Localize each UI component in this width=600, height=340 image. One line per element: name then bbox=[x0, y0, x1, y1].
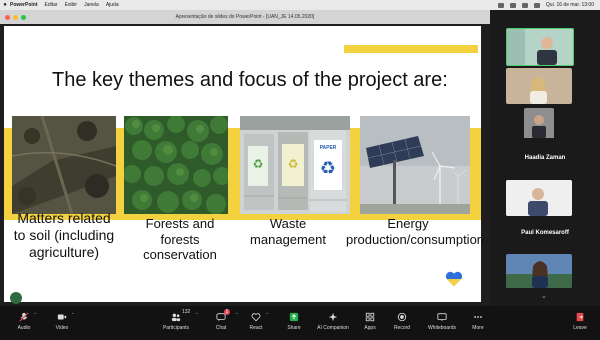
whiteboard-icon bbox=[437, 313, 447, 322]
react-button[interactable]: React bbox=[236, 306, 276, 340]
participant-tile[interactable] bbox=[524, 108, 554, 144]
battery-icon[interactable] bbox=[509, 2, 516, 8]
theme-caption-forests: Forests and forests conservation bbox=[143, 216, 217, 263]
menu-editar[interactable]: Editar bbox=[45, 2, 58, 8]
leave-label: Leave bbox=[573, 325, 587, 331]
participant-tile[interactable] bbox=[506, 180, 572, 216]
menu-exibir[interactable]: Exibir bbox=[65, 2, 78, 8]
participant-gallery: Haadia Zaman Paul Komesaroff ⌄ bbox=[490, 10, 600, 306]
menu-app-name[interactable]: PowerPoint bbox=[10, 2, 38, 8]
menubar-clock[interactable]: Qui. 16 de mar. 13:00 bbox=[546, 2, 594, 8]
react-label: React bbox=[249, 325, 263, 331]
apple-icon[interactable]: ● bbox=[0, 2, 10, 8]
video-camera-icon bbox=[57, 314, 67, 320]
apps-grid-icon bbox=[365, 312, 375, 322]
wifi-icon[interactable] bbox=[521, 2, 528, 8]
share-button[interactable]: Share bbox=[274, 306, 314, 340]
participant-tile[interactable] bbox=[506, 28, 574, 66]
leave-door-icon bbox=[576, 312, 584, 322]
menu-ajuda[interactable]: Ajuda bbox=[106, 2, 119, 8]
audio-options-chevron-icon[interactable]: ˆ bbox=[34, 314, 36, 320]
svg-text:♻: ♻ bbox=[320, 158, 336, 179]
soil-photo bbox=[12, 116, 116, 214]
theme-caption-waste: Waste management bbox=[250, 216, 326, 247]
theme-caption-energy: Energy production/consumption bbox=[346, 216, 485, 247]
chat-button[interactable]: Chat bbox=[201, 306, 241, 340]
participants-count: 132 bbox=[182, 309, 191, 315]
record-label: Record bbox=[393, 325, 411, 331]
microphone-muted-icon bbox=[19, 312, 29, 322]
leave-button[interactable]: Leave bbox=[560, 306, 600, 340]
participant-name-haadia: Haadia Zaman bbox=[524, 155, 566, 161]
energy-photo bbox=[360, 116, 470, 214]
react-options-chevron-icon[interactable]: ˆ bbox=[266, 314, 268, 320]
theme-caption-soil: Matters related to soil (including agric… bbox=[13, 210, 115, 260]
slide-show-area: The key themes and focus of the project … bbox=[0, 24, 490, 306]
slide-title: The key themes and focus of the project … bbox=[52, 69, 448, 91]
participants-icon bbox=[171, 313, 181, 322]
forest-photo bbox=[124, 116, 228, 214]
participants-options-chevron-icon[interactable]: ˆ bbox=[196, 314, 198, 320]
record-button[interactable]: Record bbox=[382, 306, 422, 340]
ukraine-heart-icon bbox=[445, 271, 463, 287]
participant-tile[interactable] bbox=[506, 68, 572, 104]
window-title: Apresentação de slides do PowerPoint - [… bbox=[175, 14, 315, 20]
powerpoint-title-bar: Apresentação de slides do PowerPoint - [… bbox=[0, 10, 490, 24]
more-label: More bbox=[472, 325, 484, 331]
chat-label: Chat bbox=[215, 325, 227, 331]
mac-menu-bar: ● PowerPoint Editar Exibir Janela Ajuda … bbox=[0, 0, 600, 10]
sparkle-icon bbox=[328, 312, 338, 322]
menu-janela[interactable]: Janela bbox=[84, 2, 99, 8]
video-options-chevron-icon[interactable]: ˆ bbox=[72, 314, 74, 320]
slide[interactable]: The key themes and focus of the project … bbox=[4, 26, 485, 302]
accent-bar-top bbox=[344, 45, 478, 53]
participants-label: Participants bbox=[162, 325, 190, 331]
paper-bin-label: PAPER bbox=[320, 145, 337, 151]
share-label: Share bbox=[287, 325, 301, 331]
participant-tile[interactable] bbox=[506, 254, 572, 288]
more-button[interactable]: More bbox=[458, 306, 498, 340]
record-icon bbox=[397, 312, 407, 322]
svg-text:♻: ♻ bbox=[253, 157, 264, 171]
participant-name-paul: Paul Komesaroff bbox=[521, 230, 569, 236]
meeting-toolbar: Audio ˆ Video ˆ Participants 132 ˆ Chat … bbox=[0, 306, 600, 340]
video-button[interactable]: Video bbox=[42, 306, 82, 340]
audio-button[interactable]: Audio bbox=[4, 306, 44, 340]
control-center-icon[interactable] bbox=[533, 2, 540, 8]
video-label: Video bbox=[55, 325, 69, 331]
zoom-status-icon[interactable] bbox=[497, 2, 504, 8]
recycling-bins-photo: ♻ ♻ PAPER ♻ bbox=[240, 116, 350, 214]
gallery-scroll-down-icon[interactable]: ⌄ bbox=[541, 292, 547, 300]
more-dots-icon bbox=[474, 316, 482, 318]
svg-text:♻: ♻ bbox=[288, 157, 299, 171]
heart-react-icon bbox=[251, 313, 261, 322]
chat-unread-badge: 1 bbox=[224, 309, 230, 315]
share-screen-icon bbox=[289, 312, 299, 322]
reaction-icon[interactable] bbox=[10, 292, 22, 304]
audio-label: Audio bbox=[17, 325, 31, 331]
